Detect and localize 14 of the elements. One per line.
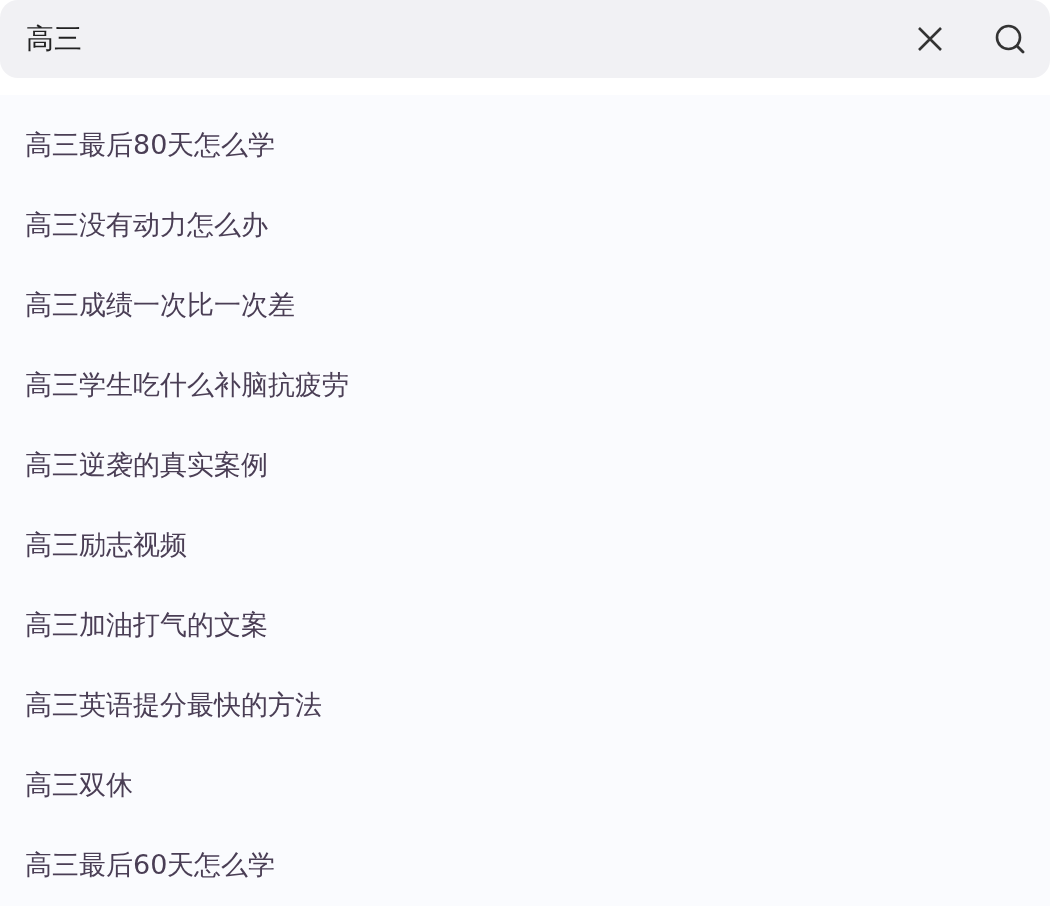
suggestion-item[interactable]: 高三加油打气的文案 — [0, 585, 1050, 665]
suggestion-item[interactable]: 高三英语提分最快的方法 — [0, 665, 1050, 745]
close-icon[interactable] — [916, 25, 944, 53]
suggestion-item[interactable]: 高三最后60天怎么学 — [0, 825, 1050, 905]
suggestion-item[interactable]: 高三双休 — [0, 745, 1050, 825]
suggestion-item[interactable]: 高三最后80天怎么学 — [0, 105, 1050, 185]
search-field[interactable]: 高三 — [26, 22, 866, 56]
search-icon[interactable] — [994, 23, 1026, 55]
search-bar[interactable]: 高三 — [0, 0, 1050, 78]
suggestion-item[interactable]: 高三学生吃什么补脑抗疲劳 — [0, 345, 1050, 425]
suggestion-item[interactable]: 高三没有动力怎么办 — [0, 185, 1050, 265]
suggestion-item[interactable]: 高三励志视频 — [0, 505, 1050, 585]
suggestion-item[interactable]: 高三逆袭的真实案例 — [0, 425, 1050, 505]
suggestion-item[interactable]: 高三成绩一次比一次差 — [0, 265, 1050, 345]
